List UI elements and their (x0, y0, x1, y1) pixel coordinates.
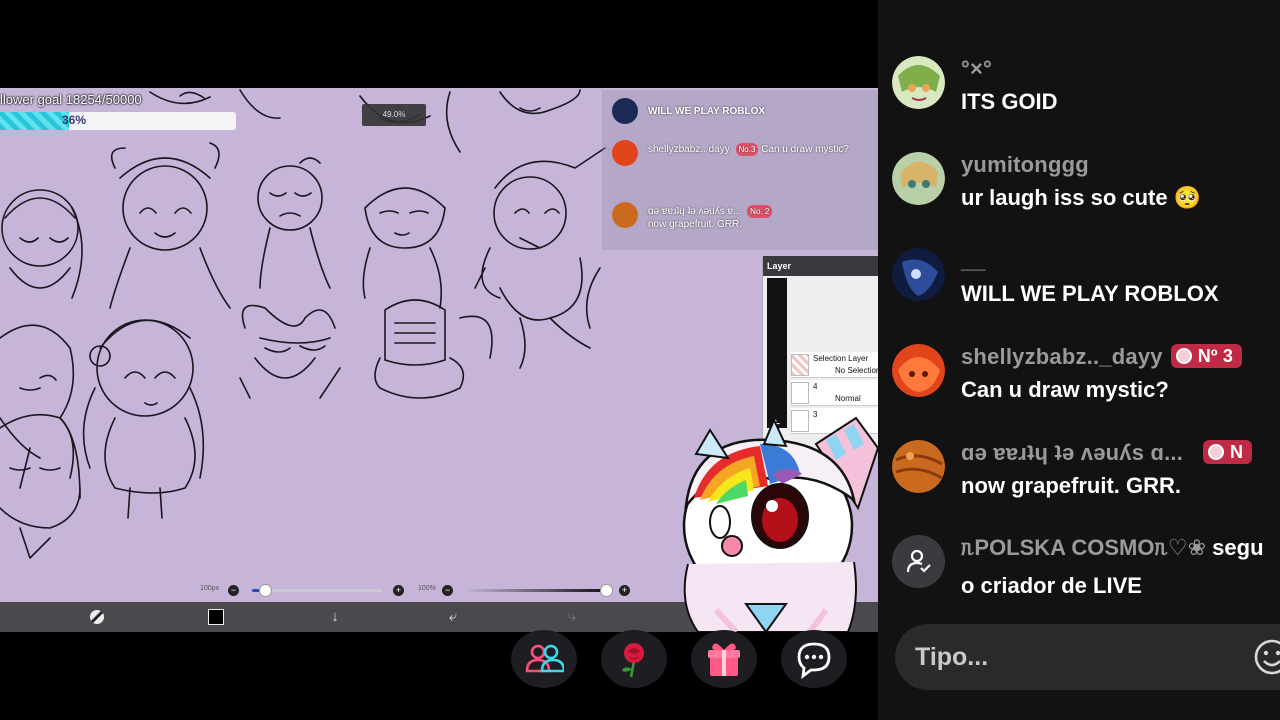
rank-badge: No. 2 (747, 205, 773, 218)
multi-guest-button[interactable] (511, 630, 577, 688)
chat-message: yumitonggg ur laugh iss so cute 🥺 (878, 152, 1280, 248)
avatar[interactable] (892, 248, 945, 301)
chat-message-text: Can u draw mystic? (961, 377, 1169, 402)
rose-gift-button[interactable] (601, 630, 667, 688)
chat-username[interactable]: __ (961, 248, 986, 274)
layer-row-4[interactable]: 4 Normal (791, 380, 878, 406)
chat-bubble-icon (797, 642, 831, 679)
live-action-bar (0, 630, 878, 720)
rank-badge-text: N (1230, 442, 1244, 462)
overlay-chat-user: ɑə ɐɐɹʇɥ ʇǝ ʌǝuʎs ɐ... (648, 206, 742, 217)
users-icon (525, 644, 564, 673)
follow-system-icon (892, 535, 945, 588)
overlay-chat-user: shellyzbabz.. dayy (648, 144, 730, 155)
emoji-icon[interactable] (1253, 638, 1280, 676)
avatar[interactable] (892, 440, 945, 493)
stream-chat-overlay: WILL WE PLAY ROBLOX shellyzbabz.. dayy N… (602, 90, 878, 250)
layer-row-selection[interactable]: Selection Layer No Selection (791, 352, 878, 378)
layer-mode: Normal (835, 394, 861, 403)
overlay-chat-text: Can u draw mystic? (761, 144, 849, 155)
gift-icon (708, 643, 740, 676)
layer-panel-title: Layer (763, 256, 878, 276)
size-increase-button[interactable]: + (393, 585, 404, 596)
rank-badge: Nº 3 (1170, 344, 1243, 368)
follower-goal-percent: 36% (61, 113, 87, 127)
rank-badge: N (1203, 440, 1253, 464)
avatar[interactable] (892, 152, 945, 205)
person-check-icon (906, 549, 931, 573)
canvas-opacity-readout: 49.0% (362, 104, 426, 126)
avatar (612, 202, 638, 228)
chat-message: °×° ITS GOID (878, 56, 1280, 152)
live-stream-view: llower goal 18254/50000 36% 49.0% WILL W… (0, 0, 878, 720)
brush-opacity-thumb[interactable] (600, 584, 613, 597)
layer-name: 4 (813, 382, 818, 391)
system-follow-message: ᥰPOLSKA COSMOᥰ♡❀ segu o criador de LIVE (878, 535, 1280, 631)
color-swatch-button[interactable] (207, 608, 225, 626)
avatar (612, 98, 638, 124)
overlay-chat-text: now grapefruit. GRR. (648, 219, 742, 230)
rose-icon (622, 643, 644, 678)
current-color-swatch (208, 609, 224, 625)
system-message-text: o criador de LIVE (961, 573, 1142, 598)
rank-badge-text: Nº 3 (1197, 346, 1234, 366)
follower-goal-progress-bar: 36% (0, 112, 236, 130)
medal-icon (1208, 444, 1225, 460)
follower-goal-label: llower goal 18254/50000 (0, 92, 142, 107)
overlay-chat-text: WILL WE PLAY ROBLOX (648, 106, 766, 117)
chat-username[interactable]: shellyzbabz.._dayy (961, 344, 1163, 369)
download-arrow-icon[interactable]: ↓ (326, 608, 344, 626)
brush-tool-icon[interactable] (88, 608, 106, 626)
chat-input[interactable] (915, 641, 1215, 673)
brush-size-slider[interactable] (252, 584, 382, 597)
brush-opacity-label: 100% (418, 585, 436, 592)
follower-goal-widget: llower goal 18254/50000 36% (0, 90, 240, 132)
brush-size-thumb[interactable] (259, 584, 272, 597)
chat-username[interactable]: ɑə ɐɐɹʇɥ ʇǝ ʌǝuʎs ɑ... (961, 440, 1183, 465)
layer-mode: No Selection (835, 366, 878, 375)
avatar[interactable] (892, 344, 945, 397)
gift-button[interactable] (691, 630, 757, 688)
opacity-decrease-button[interactable]: − (442, 585, 453, 596)
brush-opacity-slider[interactable] (464, 584, 613, 597)
system-action-text: segu (1212, 535, 1264, 560)
undo-icon[interactable]: ⤶ (444, 608, 462, 626)
layer-thumbnail (791, 382, 809, 404)
size-decrease-button[interactable]: − (228, 585, 239, 596)
chat-message-text: ITS GOID (961, 89, 1058, 114)
chat-message-text: ur laugh iss so cute 🥺 (961, 185, 1202, 210)
chat-username[interactable]: yumitonggg (961, 152, 1089, 178)
layer-thumbnail (791, 354, 809, 376)
chat-message: ɑə ɐɐɹʇɥ ʇǝ ʌǝuʎs ɑ... N now grapefruit. … (878, 440, 1280, 536)
chat-message: __ WILL WE PLAY ROBLOX (878, 248, 1280, 344)
chat-message-text: now grapefruit. GRR. (961, 473, 1181, 498)
app-root: llower goal 18254/50000 36% 49.0% WILL W… (0, 0, 1280, 720)
chat-message: shellyzbabz.._dayy Nº 3 Can u draw mystic… (878, 344, 1280, 440)
chat-username[interactable]: °×° (961, 56, 992, 82)
streamer-avatar-illustration (682, 416, 878, 632)
chat-message-text: WILL WE PLAY ROBLOX (961, 281, 1219, 306)
layer-preview-strip (767, 278, 787, 428)
live-chat-panel: °×° ITS GOID yumitonggg ur laugh iss so … (878, 0, 1280, 720)
avatar[interactable] (892, 56, 945, 109)
brush-sliders: 100px − + 100% − + (198, 582, 638, 600)
redo-icon[interactable]: ⤷ (563, 608, 581, 626)
chat-username[interactable]: ᥰPOLSKA COSMOᥰ♡❀ (961, 535, 1206, 560)
chat-input-bar (895, 624, 1280, 690)
medal-icon (1175, 348, 1192, 364)
opacity-increase-button[interactable]: + (619, 585, 630, 596)
layer-name: Selection Layer (813, 354, 869, 363)
brush-size-label: 100px (200, 585, 220, 592)
avatar (612, 140, 638, 166)
chat-button[interactable] (781, 630, 847, 688)
rank-badge: No.3 (735, 143, 759, 156)
